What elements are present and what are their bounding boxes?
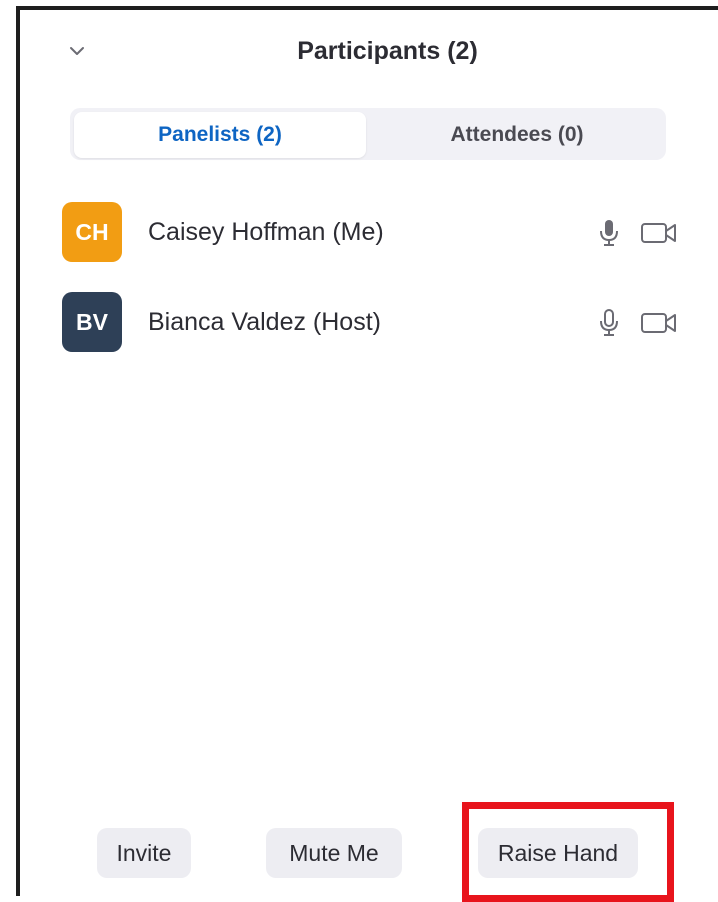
participant-name: Caisey Hoffman (Me) (148, 218, 384, 246)
participants-panel: Participants (2) Panelists (2) Attendees… (16, 6, 718, 902)
microphone-icon[interactable] (598, 218, 620, 248)
participant-row[interactable]: CH Caisey Hoffman (Me) (58, 202, 698, 262)
microphone-icon[interactable] (598, 308, 620, 338)
participant-name: Bianca Valdez (Host) (148, 308, 381, 336)
participant-row[interactable]: BV Bianca Valdez (Host) (58, 292, 698, 352)
panel-header: Participants (2) (20, 30, 718, 72)
avatar: BV (62, 292, 122, 352)
panel-title: Participants (2) (297, 37, 478, 65)
video-camera-icon[interactable] (640, 311, 678, 335)
avatar: CH (62, 202, 122, 262)
tab-panelists[interactable]: Panelists (2) (74, 112, 366, 158)
invite-button[interactable]: Invite (97, 828, 191, 878)
raise-hand-button[interactable]: Raise Hand (478, 828, 638, 878)
participant-tabs: Panelists (2) Attendees (0) (70, 108, 666, 160)
tab-attendees[interactable]: Attendees (0) (370, 112, 664, 158)
video-camera-icon[interactable] (640, 221, 678, 245)
mute-me-button[interactable]: Mute Me (266, 828, 402, 878)
